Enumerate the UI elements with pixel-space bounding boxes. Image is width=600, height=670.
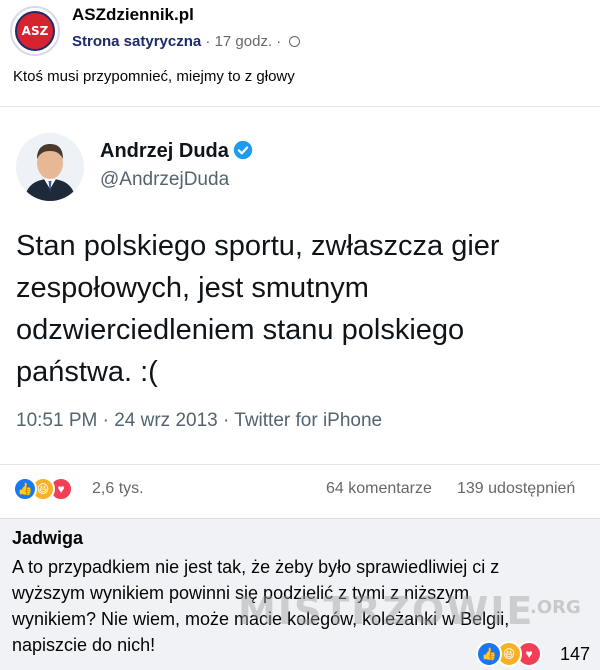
comment-bubble: Jadwiga A to przypadkiem nie jest tak, ż…	[0, 518, 600, 670]
post-meta: Strona satyryczna · 17 godz. ·	[72, 33, 301, 50]
watermark-suffix: .ORG	[530, 597, 581, 618]
comment-count-link[interactable]: 64 komentarze	[326, 480, 432, 498]
page-subtitle-link[interactable]: Strona satyryczna	[72, 33, 201, 50]
reaction-icons[interactable]: 👍 😆 ♥	[13, 477, 73, 501]
tweet-author-name-text: Andrzej Duda	[100, 140, 229, 162]
verified-badge-icon	[233, 140, 253, 159]
meta-separator: ·	[201, 33, 215, 50]
share-count-link[interactable]: 139 udostępnień	[457, 480, 575, 498]
tweet-image[interactable]: Andrzej Duda @AndrzejDuda Stan polskiego…	[0, 106, 600, 464]
comment-reaction-count[interactable]: 147	[560, 644, 590, 665]
tweet-handle: @AndrzejDuda	[100, 169, 230, 190]
tweet-meta: 10:51 PM · 24 wrz 2013 · Twitter for iPh…	[16, 410, 383, 431]
tweet-author-avatar	[16, 133, 84, 201]
comment-like-icon: 👍	[476, 641, 502, 667]
like-icon: 👍	[13, 477, 37, 501]
watermark-logo: MISTRZOWIE	[238, 589, 535, 633]
post-caption: Ktoś musi przypomnieć, miejmy to z głowy	[13, 68, 295, 85]
reactions-bar: 👍 😆 ♥ 2,6 tys. 64 komentarze 139 udostęp…	[0, 464, 600, 516]
asz-logo: ASZ	[15, 11, 55, 51]
page-avatar[interactable]: ASZ	[10, 6, 60, 56]
post-header: ASZ ASZdziennik.pl Strona satyryczna · 1…	[0, 0, 600, 62]
globe-icon	[289, 35, 301, 47]
tweet-author-name: Andrzej Duda	[100, 140, 253, 163]
meta-separator-2: ·	[272, 33, 286, 50]
page-name-link[interactable]: ASZdziennik.pl	[72, 5, 194, 25]
comment-reaction-icons[interactable]: 👍 😆 ♥	[476, 641, 542, 667]
post-time-link[interactable]: 17 godz.	[215, 33, 273, 50]
comment-author-link[interactable]: Jadwiga	[12, 528, 83, 549]
reaction-count[interactable]: 2,6 tys.	[92, 480, 144, 498]
tweet-text: Stan polskiego sportu, zwłaszcza gier ze…	[16, 230, 500, 388]
